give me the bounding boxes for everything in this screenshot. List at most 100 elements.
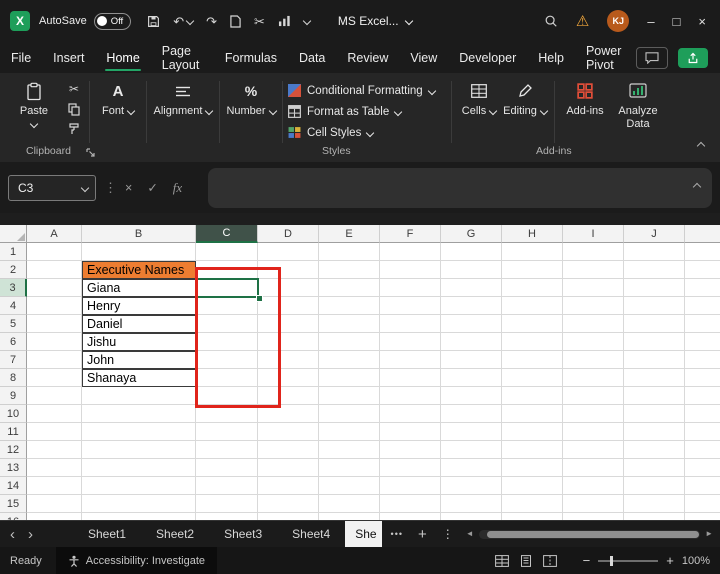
cell-G5[interactable] [441,315,502,333]
save-icon[interactable] [147,15,160,28]
cell-G9[interactable] [441,387,502,405]
cell-D10[interactable] [258,405,319,423]
cell-B5[interactable]: Daniel [82,315,196,333]
copy-icon[interactable] [68,103,80,116]
cell-I2[interactable] [563,261,624,279]
cell-C6[interactable] [196,333,258,351]
cell-J7[interactable] [624,351,685,369]
cell-clipped-12[interactable] [685,441,720,459]
cell-E12[interactable] [319,441,380,459]
cell-C15[interactable] [196,495,258,513]
next-sheet-icon[interactable]: › [28,527,33,542]
column-header-D[interactable]: D [258,225,319,243]
cell-B2[interactable]: Executive Names [82,261,196,279]
paste-dropdown-icon[interactable] [30,120,38,128]
cell-F15[interactable] [380,495,441,513]
cell-D2[interactable] [258,261,319,279]
cell-clipped-10[interactable] [685,405,720,423]
cell-J10[interactable] [624,405,685,423]
cell-D9[interactable] [258,387,319,405]
cell-clipped-5[interactable] [685,315,720,333]
sheet-tab-active[interactable]: She [345,521,381,547]
cell-A9[interactable] [27,387,82,405]
cell-B4[interactable]: Henry [82,297,196,315]
cell-F4[interactable] [380,297,441,315]
scrollbar-track[interactable] [479,530,700,539]
title-dropdown-icon[interactable] [404,17,412,25]
minimize-button[interactable]: – [647,15,654,28]
cell-B16[interactable] [82,513,196,520]
collapse-ribbon-button[interactable] [698,136,704,154]
cell-A15[interactable] [27,495,82,513]
format-as-table-button[interactable]: Format as Table [288,103,446,120]
more-sheets-icon[interactable]: ••• [391,529,403,539]
tab-formulas[interactable]: Formulas [214,42,288,73]
cell-C12[interactable] [196,441,258,459]
cell-B10[interactable] [82,405,196,423]
cell-J1[interactable] [624,243,685,261]
cell-clipped-13[interactable] [685,459,720,477]
cell-A10[interactable] [27,405,82,423]
cell-A4[interactable] [27,297,82,315]
cell-clipped-11[interactable] [685,423,720,441]
share-button[interactable] [678,48,708,68]
cell-A12[interactable] [27,441,82,459]
zoom-in-button[interactable]: + [666,554,674,567]
cell-D14[interactable] [258,477,319,495]
cell-G16[interactable] [441,513,502,520]
cell-E4[interactable] [319,297,380,315]
row-header-10[interactable]: 10 [0,405,27,423]
cell-A7[interactable] [27,351,82,369]
cell-J2[interactable] [624,261,685,279]
cell-clipped-8[interactable] [685,369,720,387]
row-header-2[interactable]: 2 [0,261,27,279]
cell-A6[interactable] [27,333,82,351]
accessibility-checker[interactable]: Accessibility: Investigate [56,547,217,574]
cell-H16[interactable] [502,513,563,520]
cell-H6[interactable] [502,333,563,351]
row-header-16[interactable]: 16 [0,513,27,520]
cell-E16[interactable] [319,513,380,520]
cell-E11[interactable] [319,423,380,441]
cell-C13[interactable] [196,459,258,477]
column-header-I[interactable]: I [563,225,624,243]
cell-D6[interactable] [258,333,319,351]
row-header-7[interactable]: 7 [0,351,27,369]
column-header-A[interactable]: A [27,225,82,243]
cell-H14[interactable] [502,477,563,495]
cell-J13[interactable] [624,459,685,477]
qat-overflow-button[interactable] [304,18,310,24]
column-header-G[interactable]: G [441,225,502,243]
maximize-button[interactable]: □ [673,15,681,28]
cell-clipped-2[interactable] [685,261,720,279]
cell-clipped-15[interactable] [685,495,720,513]
redo-button[interactable]: ↷ [206,15,217,28]
cancel-icon[interactable]: × [125,181,132,195]
cell-F1[interactable] [380,243,441,261]
cell-F3[interactable] [380,279,441,297]
cell-G7[interactable] [441,351,502,369]
cell-J15[interactable] [624,495,685,513]
cell-F10[interactable] [380,405,441,423]
cell-H10[interactable] [502,405,563,423]
addins-button[interactable]: Add-ins [560,81,610,117]
previous-sheet-icon[interactable]: ‹ [10,527,15,542]
cell-A14[interactable] [27,477,82,495]
cell-I15[interactable] [563,495,624,513]
cell-B8[interactable]: Shanaya [82,369,196,387]
cell-A11[interactable] [27,423,82,441]
cell-B9[interactable] [82,387,196,405]
cell-C10[interactable] [196,405,258,423]
cell-B12[interactable] [82,441,196,459]
cell-G13[interactable] [441,459,502,477]
cell-C4[interactable] [196,297,258,315]
cell-I7[interactable] [563,351,624,369]
cell-I4[interactable] [563,297,624,315]
zoom-slider-thumb[interactable] [610,556,613,566]
tab-review[interactable]: Review [336,42,399,73]
zoom-slider[interactable] [598,560,658,562]
cell-E3[interactable] [319,279,380,297]
cell-J14[interactable] [624,477,685,495]
comments-button[interactable] [636,47,668,69]
cut-icon[interactable]: ✂ [254,15,265,28]
